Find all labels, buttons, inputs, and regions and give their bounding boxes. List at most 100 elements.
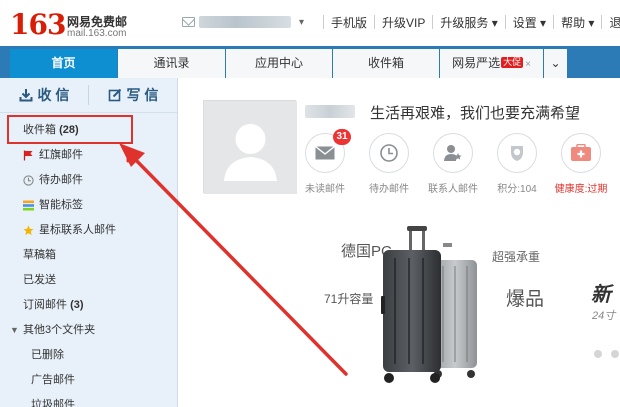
folder-group-other[interactable]: ▼ 其他3个文件夹 — [0, 318, 178, 343]
health-kit-icon — [561, 133, 601, 173]
unread-badge: 31 — [333, 129, 351, 145]
stat-todo[interactable]: 待办邮件 — [359, 133, 419, 195]
contact-star-icon — [433, 133, 473, 173]
stat-points[interactable]: 积分:104 — [487, 133, 547, 195]
tab-app-center[interactable]: 应用中心 — [226, 49, 333, 78]
top-header: 163 网易免费邮 mail.163.com ▾ 手机版 升级VIP 升级服务 … — [0, 0, 620, 46]
tab-label: 网易严选 — [452, 56, 501, 70]
ad-text: 超强承重 — [492, 250, 541, 264]
folder-group-label: 其他3个文件夹 — [23, 324, 96, 336]
highlight-box — [7, 115, 133, 144]
avatar[interactable] — [203, 100, 297, 194]
folder-label: 智能标签 — [39, 199, 83, 211]
close-icon[interactable]: × — [525, 59, 531, 70]
main-home-panel: 生活再艰难，我们也要充满希望 31 未读邮件 待办邮件 联系人邮件 积分:104… — [179, 78, 620, 407]
tab-contacts[interactable]: 通讯录 — [118, 49, 226, 78]
folder-label: 已发送 — [23, 274, 56, 286]
folder-deleted[interactable]: 已删除 — [0, 343, 178, 368]
points-icon — [497, 133, 537, 173]
folder-label: 星标联系人邮件 — [39, 224, 116, 236]
tab-label: 应用中心 — [254, 56, 303, 70]
promo-badge: 大促 — [501, 57, 524, 68]
ad-text: 71升容量 — [324, 292, 374, 306]
tab-more-button[interactable]: ⌄ — [544, 49, 568, 78]
edit-icon — [108, 88, 121, 102]
folder-label: 待办邮件 — [39, 174, 83, 186]
folder-spam[interactable]: 垃圾邮件 — [0, 393, 178, 407]
folder-label: 订阅邮件 — [23, 299, 67, 311]
divider — [601, 15, 603, 29]
mail-icon — [182, 17, 195, 27]
download-icon — [19, 89, 33, 102]
tab-label: 首页 — [51, 56, 76, 70]
compose-button[interactable]: 写 信 — [89, 78, 177, 113]
chevron-down-icon: ▾ — [299, 16, 305, 28]
folder-starred-contacts[interactable]: 星标联系人邮件 — [0, 218, 178, 243]
folder-smart-tags[interactable]: 智能标签 — [0, 193, 178, 218]
folder-todo[interactable]: 待办邮件 — [0, 168, 178, 193]
user-account-menu[interactable]: ▾ — [182, 12, 304, 32]
folder-flagged[interactable]: 红旗邮件 — [0, 143, 178, 168]
chevron-down-icon: ⌄ — [550, 56, 561, 70]
divider — [504, 15, 506, 29]
folder-drafts[interactable]: 草稿箱 — [0, 243, 178, 268]
greeting-text: 生活再艰难，我们也要充满希望 — [370, 105, 581, 122]
folder-sent[interactable]: 已发送 — [0, 268, 178, 293]
stat-label: 未读邮件 — [305, 184, 345, 195]
divider — [432, 15, 434, 29]
tab-inbox[interactable]: 收件箱 — [333, 49, 440, 78]
stat-label: 积分:104 — [497, 184, 537, 195]
clock-icon — [369, 133, 409, 173]
divider — [374, 15, 376, 29]
ad-text: 爆品 — [506, 289, 545, 310]
nav-mobile[interactable]: 手机版 — [331, 14, 367, 31]
chevron-down-icon: ▼ — [10, 325, 19, 335]
blurred-username — [199, 16, 291, 28]
stat-label: 联系人邮件 — [428, 184, 478, 195]
stat-label: 待办邮件 — [369, 184, 409, 195]
folder-label: 草稿箱 — [23, 249, 56, 261]
nav-upgrade-service[interactable]: 升级服务 ▾ — [440, 14, 497, 31]
ad-text: 新 — [591, 284, 611, 306]
tab-bar: 首页 通讯录 应用中心 收件箱 网易严选 大促 × ⌄ — [0, 46, 620, 78]
divider — [553, 15, 555, 29]
folder-label: 红旗邮件 — [39, 149, 83, 161]
ad-text: 24寸 — [592, 310, 616, 322]
unread-count: (3) — [70, 299, 84, 311]
folder-label: 垃圾邮件 — [31, 399, 75, 407]
logo-url: mail.163.com — [67, 28, 127, 39]
red-flag-icon — [23, 150, 33, 161]
stats-row: 31 未读邮件 待办邮件 联系人邮件 积分:104 健康度:过期 — [303, 129, 620, 203]
nav-settings[interactable]: 设置 ▾ — [513, 14, 546, 31]
tab-home[interactable]: 首页 — [10, 49, 118, 78]
folder-subscriptions[interactable]: 订阅邮件 (3) — [0, 293, 178, 318]
star-icon — [23, 225, 34, 236]
carousel-dot[interactable] — [611, 350, 619, 358]
receive-label: 收 信 — [37, 87, 70, 103]
folder-ads[interactable]: 广告邮件 — [0, 368, 178, 393]
nav-logout[interactable]: 退 — [609, 14, 620, 31]
stat-contacts[interactable]: 联系人邮件 — [423, 133, 483, 195]
nav-help[interactable]: 帮助 ▾ — [561, 14, 594, 31]
divider — [323, 15, 324, 29]
stat-label: 健康度:过期 — [554, 184, 608, 195]
receive-button[interactable]: 收 信 — [0, 78, 88, 113]
tab-label: 收件箱 — [367, 56, 404, 70]
logo-number: 163 — [10, 8, 66, 41]
tab-label: 通讯录 — [153, 56, 190, 70]
default-avatar-icon — [204, 101, 297, 194]
folder-label: 已删除 — [31, 349, 64, 361]
stat-health[interactable]: 健康度:过期 — [551, 133, 611, 195]
nav-upgrade-vip[interactable]: 升级VIP — [382, 14, 425, 31]
top-nav: 手机版 升级VIP 升级服务 ▾ 设置 ▾ 帮助 ▾ 退 — [316, 12, 620, 32]
compose-label: 写 信 — [126, 87, 159, 103]
folder-list: 收件箱 (28) 红旗邮件 待办邮件 智能标签 星标联系人邮件 草稿箱 已发送 … — [0, 118, 178, 407]
stat-unread[interactable]: 31 未读邮件 — [295, 129, 355, 195]
mail-actions: 收 信 写 信 — [0, 78, 177, 113]
luggage-image — [381, 226, 477, 383]
carousel-dot[interactable] — [594, 350, 602, 358]
ad-banner[interactable]: 德国PC 超强承重 71升容量 爆品 新 24寸 — [179, 218, 620, 407]
tab-yanxuan[interactable]: 网易严选 大促 × — [440, 49, 544, 78]
blurred-username — [305, 105, 355, 118]
folder-label: 广告邮件 — [31, 374, 75, 386]
